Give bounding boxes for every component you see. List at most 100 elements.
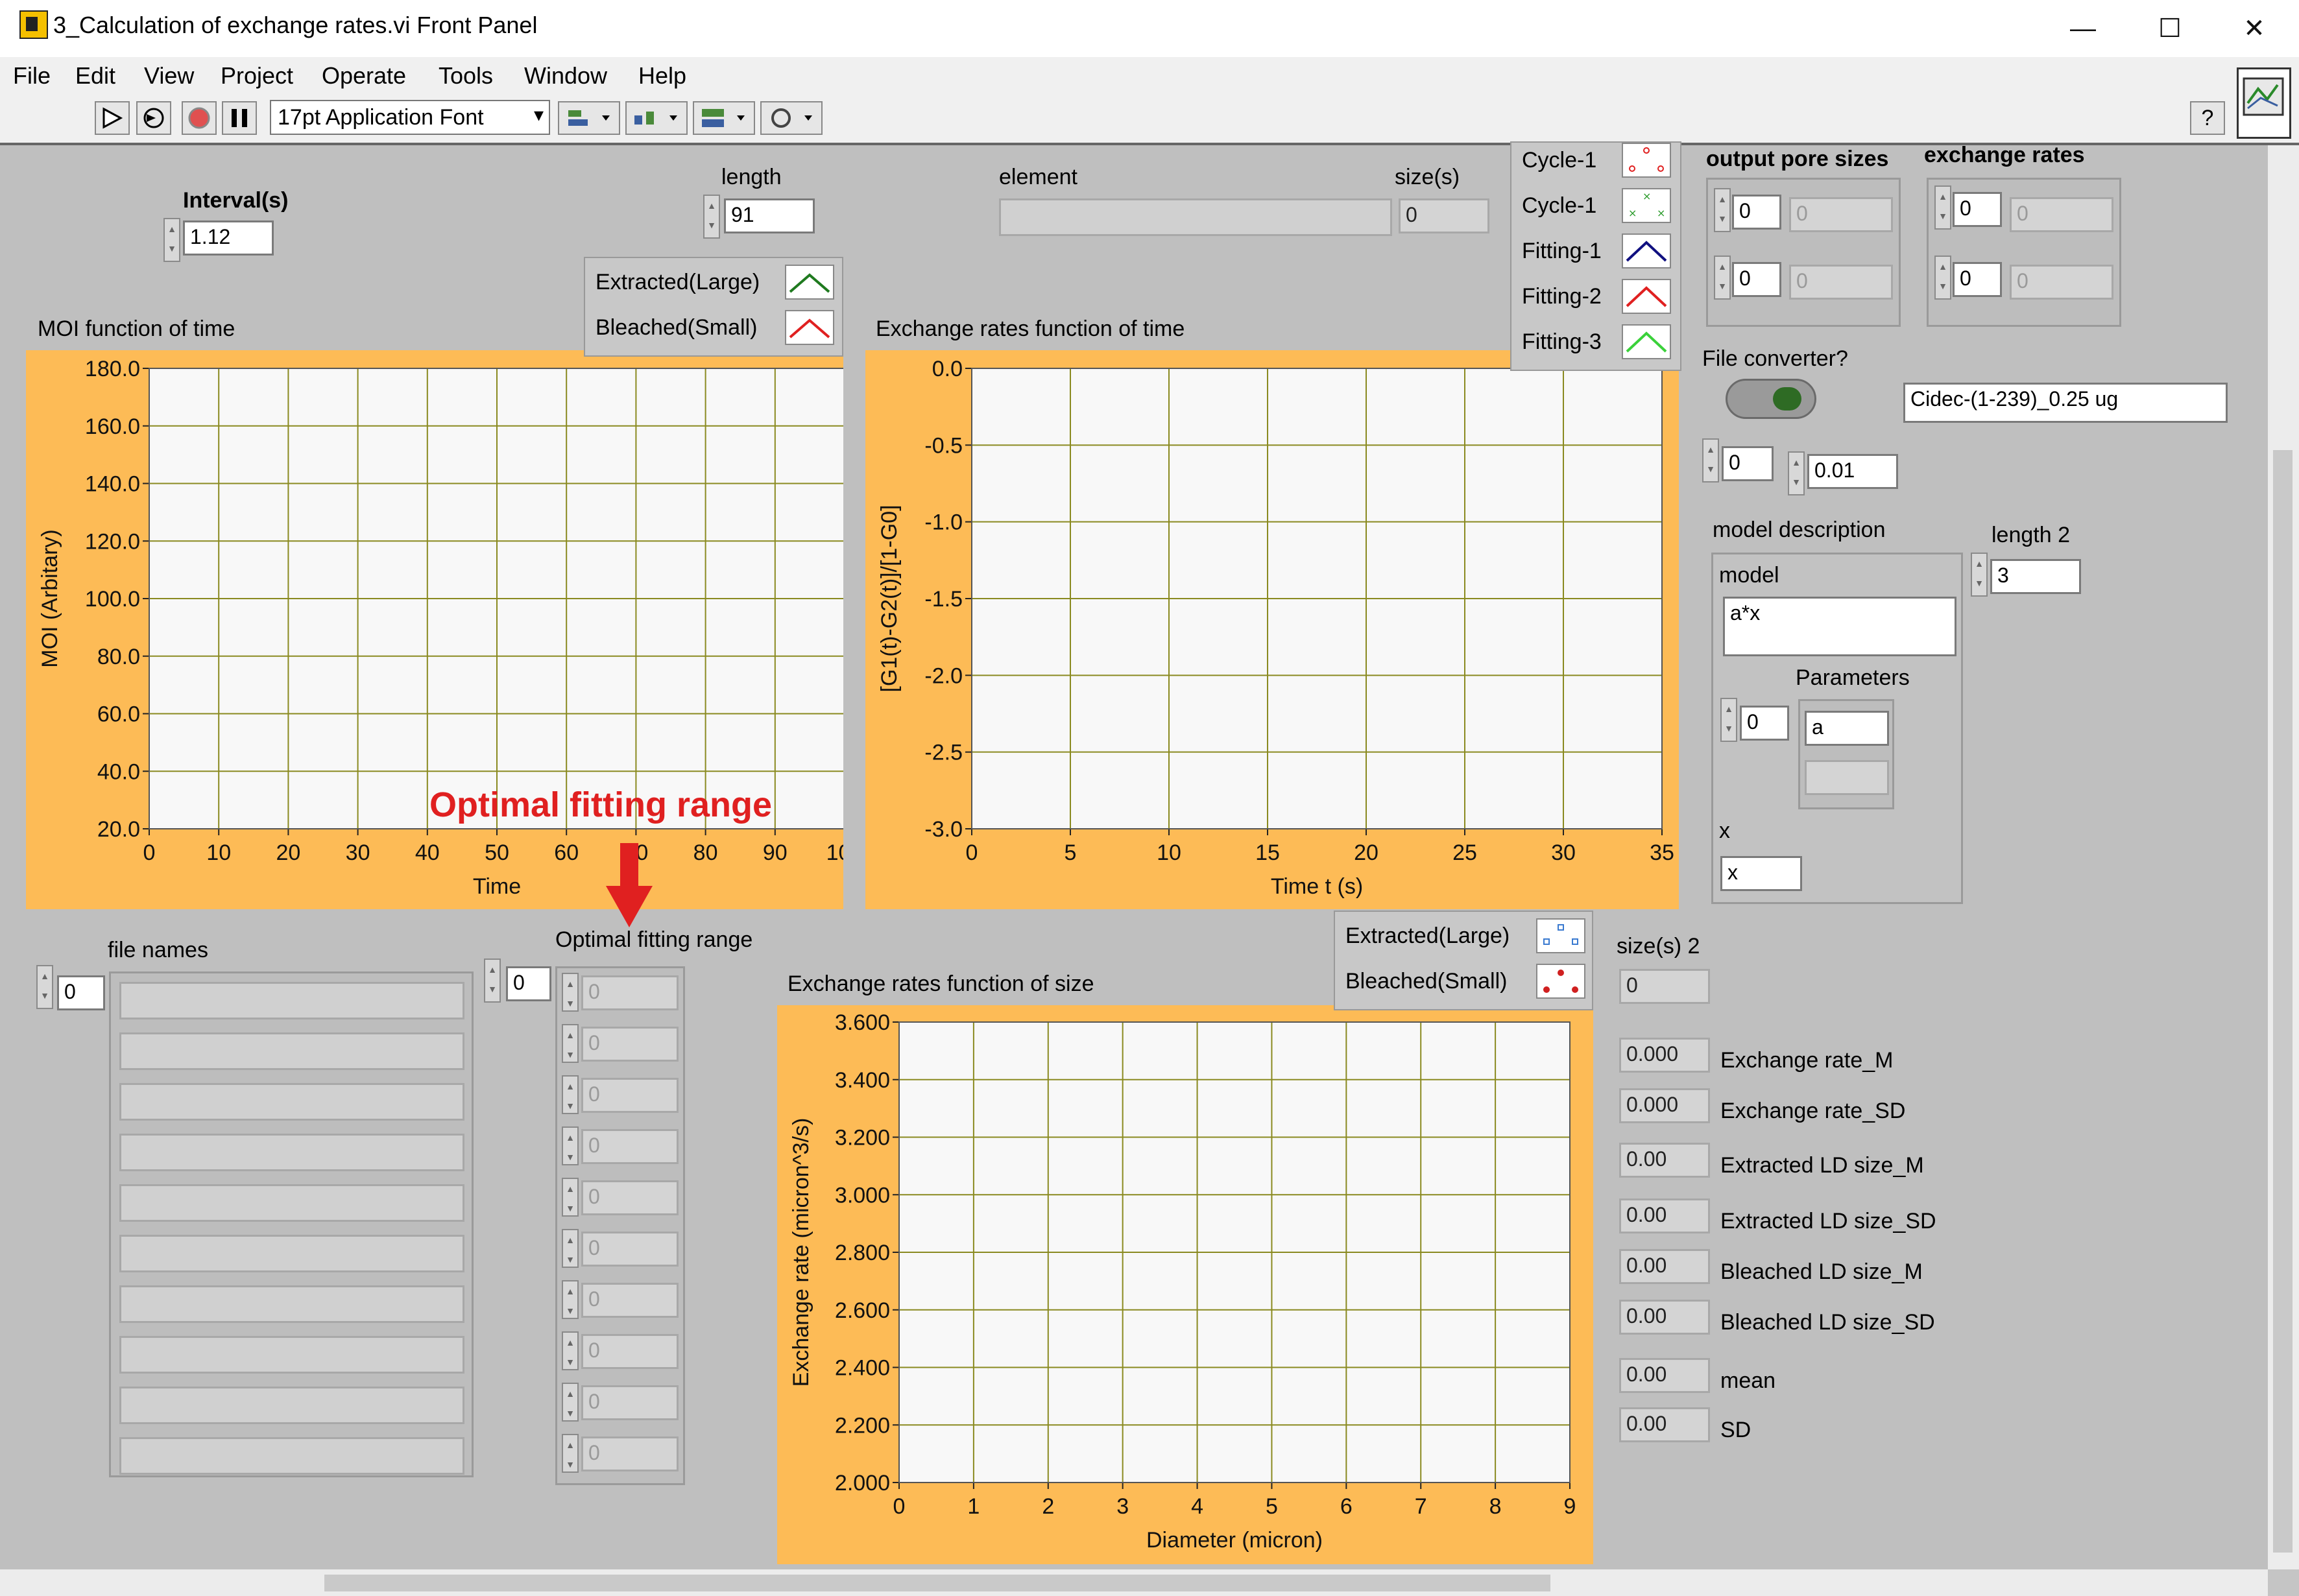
vertical-scrollbar[interactable] (2268, 145, 2299, 1569)
moi-graph-label: MOI function of time (38, 316, 235, 341)
x-tick-label: 9 (1564, 1494, 1576, 1519)
optimal-range-spin[interactable]: ▲ ▼ (562, 1229, 579, 1268)
rates-index-1[interactable]: 0 (1953, 192, 2002, 227)
stat-label: mean (1720, 1368, 1776, 1393)
optimal-range-spin[interactable]: ▲ ▼ (562, 1383, 579, 1422)
optimal-range-spin[interactable]: ▲ ▼ (562, 1024, 579, 1063)
run-continuously-button[interactable] (136, 101, 171, 135)
misc-index-field[interactable]: 0 (1722, 446, 1774, 481)
x-field[interactable]: x (1720, 856, 1802, 891)
rates-index-spin-1[interactable]: ▲ ▼ (1934, 185, 1951, 230)
horizontal-scroll-thumb[interactable] (324, 1575, 1550, 1591)
menu-view[interactable]: View (144, 62, 194, 89)
menu-project[interactable]: Project (221, 62, 293, 89)
optimal-fitting-range-annotation: Optimal fitting range (429, 785, 773, 824)
menu-edit[interactable]: Edit (75, 62, 115, 89)
file-converter-label: File converter? (1702, 346, 1848, 371)
length2-spin[interactable]: ▲ ▼ (1971, 553, 1988, 597)
pore-index-1[interactable]: 0 (1732, 195, 1781, 230)
interval-field[interactable]: 1.12 (183, 220, 274, 256)
sizes-label: size(s) (1395, 165, 1460, 189)
parameters-label: Parameters (1796, 665, 1910, 690)
length-label: length (721, 165, 782, 189)
pore-index-spin-2[interactable]: ▲ ▼ (1714, 256, 1731, 300)
reorder-button[interactable] (760, 101, 823, 135)
optimal-range-value: 0 (581, 1385, 679, 1420)
menu-file[interactable]: File (13, 62, 51, 89)
optimal-range-spin[interactable]: ▲ ▼ (562, 1126, 579, 1165)
file-names-index-field[interactable]: 0 (57, 975, 105, 1010)
file-name-row (119, 1336, 464, 1374)
file-converter-toggle[interactable] (1726, 379, 1816, 419)
optimal-range-spin[interactable]: ▲ ▼ (562, 973, 579, 1012)
size-legend[interactable]: Extracted(Large) Bleached(Small) (1334, 911, 1593, 1010)
minimize-button[interactable]: — (2054, 8, 2112, 49)
context-help-button[interactable]: ? (2190, 101, 2225, 135)
model-field[interactable]: a*x (1723, 597, 1956, 656)
horizontal-scrollbar[interactable] (0, 1569, 2268, 1596)
maximize-button[interactable]: ☐ (2141, 8, 2199, 49)
optimal-range-spin[interactable]: ▲ ▼ (562, 1280, 579, 1319)
optimal-range-value: 0 (581, 975, 679, 1010)
x-tick-label: 0 (966, 840, 978, 865)
x-tick-label: 20 (276, 840, 300, 865)
y-tick-label: 60.0 (97, 702, 140, 727)
font-selector[interactable]: 17pt Application Font ▾ (270, 100, 550, 135)
size-legend-extracted: Extracted(Large) (1345, 923, 1510, 948)
x-tick-label: 30 (346, 840, 370, 865)
menu-tools[interactable]: Tools (439, 62, 493, 89)
interval-increment[interactable]: ▲ ▼ (163, 218, 180, 262)
close-button[interactable]: ✕ (2225, 8, 2283, 49)
menu-window[interactable]: Window (524, 62, 607, 89)
distribute-objects-button[interactable] (625, 101, 688, 135)
optimal-range-index-field[interactable]: 0 (506, 966, 551, 1001)
y-tick-label: 3.600 (835, 1010, 890, 1035)
x-tick-label: 20 (1354, 840, 1378, 865)
abort-button[interactable] (182, 101, 217, 135)
rates-index-spin-2[interactable]: ▲ ▼ (1934, 256, 1951, 300)
params-index-spin[interactable]: ▲ ▼ (1720, 698, 1737, 742)
optimal-range-spin[interactable]: ▲ ▼ (562, 1178, 579, 1217)
menu-operate[interactable]: Operate (322, 62, 406, 89)
optimal-range-spin[interactable]: ▲ ▼ (562, 1434, 579, 1473)
file-name-field[interactable]: Cidec-(1-239)_0.25 ug (1903, 383, 2228, 423)
scatter-circle-red-icon (1622, 143, 1671, 178)
pore-value-2: 0 (1789, 265, 1893, 300)
resize-objects-button[interactable] (693, 101, 755, 135)
length-field[interactable]: 91 (724, 198, 815, 233)
pause-button[interactable] (222, 101, 257, 135)
stat-label: Bleached LD size_SD (1720, 1310, 1935, 1335)
optimal-range-value: 0 (581, 1436, 679, 1471)
moi-graph: 010203040506070809010020.040.060.080.010… (26, 350, 863, 909)
window-title: 3_Calculation of exchange rates.vi Front… (53, 12, 538, 38)
stat-label: SD (1720, 1418, 1751, 1442)
file-names-label: file names (108, 938, 208, 962)
pore-index-spin-1[interactable]: ▲ ▼ (1714, 188, 1731, 232)
params-index-field[interactable]: 0 (1740, 706, 1789, 741)
length-increment[interactable]: ▲ ▼ (703, 195, 720, 239)
y-tick-label: 3.000 (835, 1183, 890, 1208)
param-a-field[interactable]: a (1805, 711, 1889, 746)
menu-help[interactable]: Help (638, 62, 686, 89)
optimal-range-value: 0 (581, 1078, 679, 1113)
x-tick-label: 7 (1415, 1494, 1427, 1519)
optimal-range-spin[interactable]: ▲ ▼ (562, 1331, 579, 1370)
x-tick-label: 8 (1489, 1494, 1502, 1519)
rates-time-legend[interactable]: Cycle-1 Cycle-1 × × × Fitting-1 Fitting-2 … (1510, 141, 1681, 371)
file-names-index-spin[interactable]: ▲ ▼ (36, 965, 53, 1009)
step-spin[interactable]: ▲ ▼ (1788, 451, 1805, 495)
align-objects-button[interactable] (558, 101, 620, 135)
moi-legend[interactable]: Extracted(Large) Bleached(Small) (584, 257, 843, 357)
optimal-range-spin[interactable]: ▲ ▼ (562, 1075, 579, 1114)
y-tick-label: -2.0 (924, 663, 963, 688)
rates-index-2[interactable]: 0 (1953, 262, 2002, 297)
vertical-scroll-thumb[interactable] (2273, 450, 2293, 1553)
optimal-range-label: Optimal fitting range (555, 927, 753, 952)
step-field[interactable]: 0.01 (1807, 454, 1898, 489)
pore-index-2[interactable]: 0 (1732, 262, 1781, 297)
legend-fitting-2: Fitting-2 (1522, 284, 1602, 309)
run-button[interactable] (95, 101, 130, 135)
length2-field[interactable]: 3 (1990, 559, 2081, 594)
misc-index-spin[interactable]: ▲ ▼ (1702, 438, 1719, 482)
optimal-range-index-spin[interactable]: ▲ ▼ (484, 959, 501, 1003)
